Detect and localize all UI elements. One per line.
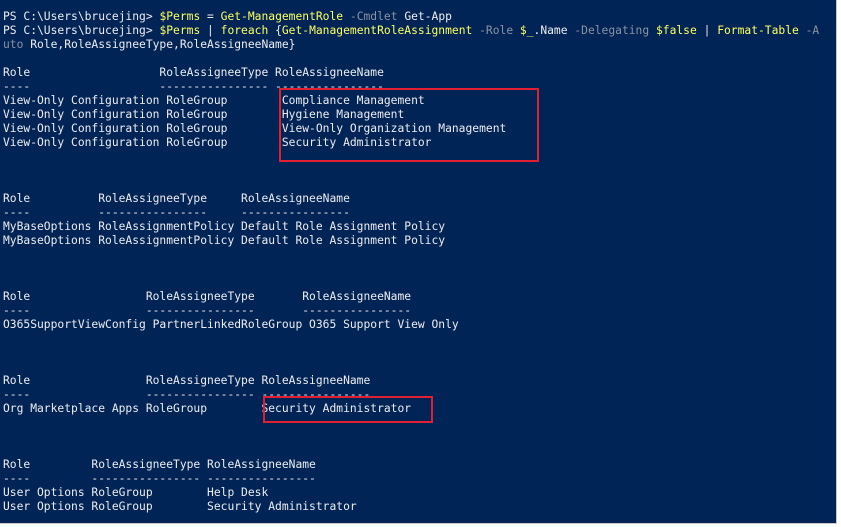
highlight-box-assignees — [279, 88, 539, 162]
cmdlet-format-table: Format-Table — [717, 24, 799, 37]
cmdlet-name: Get-ManagementRole — [220, 10, 344, 23]
table-row: User Options RoleGroup Security Administ… — [3, 500, 357, 513]
pipe-operator: | — [696, 24, 718, 37]
command-line-1: PS C:\Users\brucejing> $Perms = Get-Mana… — [3, 10, 452, 24]
operator: = — [200, 10, 221, 23]
variable-perms: $Perms — [159, 24, 201, 37]
property-list: Role,RoleAssigneeType,RoleAssigneeName} — [23, 38, 296, 51]
table-row: O365SupportViewConfig PartnerLinkedRoleG… — [3, 318, 459, 331]
table-underline: ---- ---------------- ---------------- — [3, 304, 412, 317]
foreach-keyword: foreach — [220, 24, 269, 37]
prompt-text: PS C:\Users\brucejing> — [3, 10, 160, 23]
parameter-role: -Role — [472, 24, 520, 37]
table-underline: ---- ---------------- ---------------- — [3, 206, 350, 219]
script-block-open: { — [268, 24, 282, 37]
parameter-name: -Cmdlet — [343, 10, 398, 23]
variable-false: $false — [655, 24, 697, 37]
parameter-autosize-wrap: uto — [3, 38, 24, 51]
property-name: .Name — [533, 24, 568, 37]
parameter-autosize: -A — [798, 24, 820, 37]
variable-perms: $Perms — [159, 10, 201, 23]
table-underline: ---- ---------------- ---------------- — [3, 472, 316, 485]
parameter-delegating: -Delegating — [567, 24, 656, 37]
table-header: Role RoleAssigneeType RoleAssigneeName — [3, 192, 350, 205]
table-row: User Options RoleGroup Help Desk — [3, 486, 269, 499]
argument: Get-App — [397, 10, 452, 23]
prompt-text: PS C:\Users\brucejing> — [3, 24, 160, 37]
powershell-console[interactable]: PS C:\Users\brucejing> $Perms = Get-Mana… — [0, 0, 837, 524]
table-header: Role RoleAssigneeType RoleAssigneeName — [3, 374, 371, 387]
table-header: Role RoleAssigneeType RoleAssigneeName — [3, 458, 316, 471]
pipe-operator: | — [200, 24, 221, 37]
command-line-3: uto Role,RoleAssigneeType,RoleAssigneeNa… — [3, 38, 295, 52]
table-header: Role RoleAssigneeType RoleAssigneeName — [3, 66, 384, 79]
command-line-2: PS C:\Users\brucejing> $Perms | foreach … — [3, 24, 819, 38]
variable-pipeline: $_ — [519, 24, 534, 37]
table-row: MyBaseOptions RoleAssignmentPolicy Defau… — [3, 220, 446, 233]
highlight-box-security-admin — [263, 396, 433, 423]
cmdlet-name: Get-ManagementRoleAssignment — [281, 24, 473, 37]
table-row: MyBaseOptions RoleAssignmentPolicy Defau… — [3, 234, 446, 247]
table-header: Role RoleAssigneeType RoleAssigneeName — [3, 290, 412, 303]
